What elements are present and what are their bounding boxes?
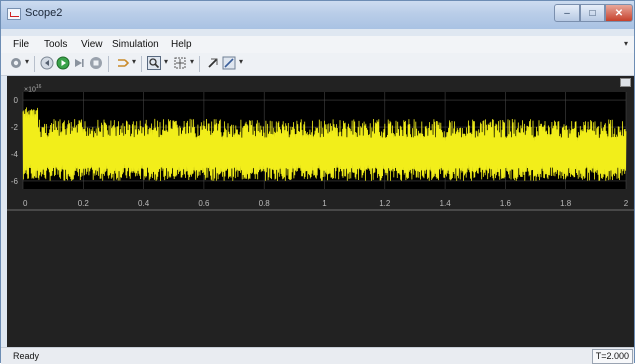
x-tick-label: 0.6 xyxy=(198,199,210,208)
axes-bottom[interactable] xyxy=(7,210,634,347)
y-tick-label: 0 xyxy=(14,96,19,105)
x-tick-label: 0 xyxy=(23,199,28,208)
scope-window: Scope2 – □ ✕ File Tools View Simulation … xyxy=(0,0,635,364)
simulation-time: T=2.000 xyxy=(591,349,633,364)
x-tick-label: 0.4 xyxy=(138,199,150,208)
x-tick-label: 1.8 xyxy=(560,199,572,208)
y-exponent-label: ×1016 xyxy=(24,84,42,94)
y-tick-label: -2 xyxy=(11,123,19,132)
y-tick-label: -6 xyxy=(11,177,19,186)
x-tick-label: 0.2 xyxy=(78,199,90,208)
status-bar: Ready T=2.000 xyxy=(1,347,634,364)
scope-plot: 0 -2 -4 -6 0 0.2 0.4 0.6 0.8 1 1.2 1.4 1.6 1.8 2 xyxy=(7,92,634,347)
y-tick-label: -4 xyxy=(11,150,19,159)
x-tick-label: 1.4 xyxy=(440,199,452,208)
x-tick-label: 1 xyxy=(322,199,327,208)
status-text: Ready xyxy=(13,351,40,361)
x-tick-label: 0.8 xyxy=(259,199,271,208)
x-tick-label: 2 xyxy=(624,199,629,208)
x-tick-label: 1.2 xyxy=(379,199,391,208)
x-tick-label: 1.6 xyxy=(500,199,512,208)
